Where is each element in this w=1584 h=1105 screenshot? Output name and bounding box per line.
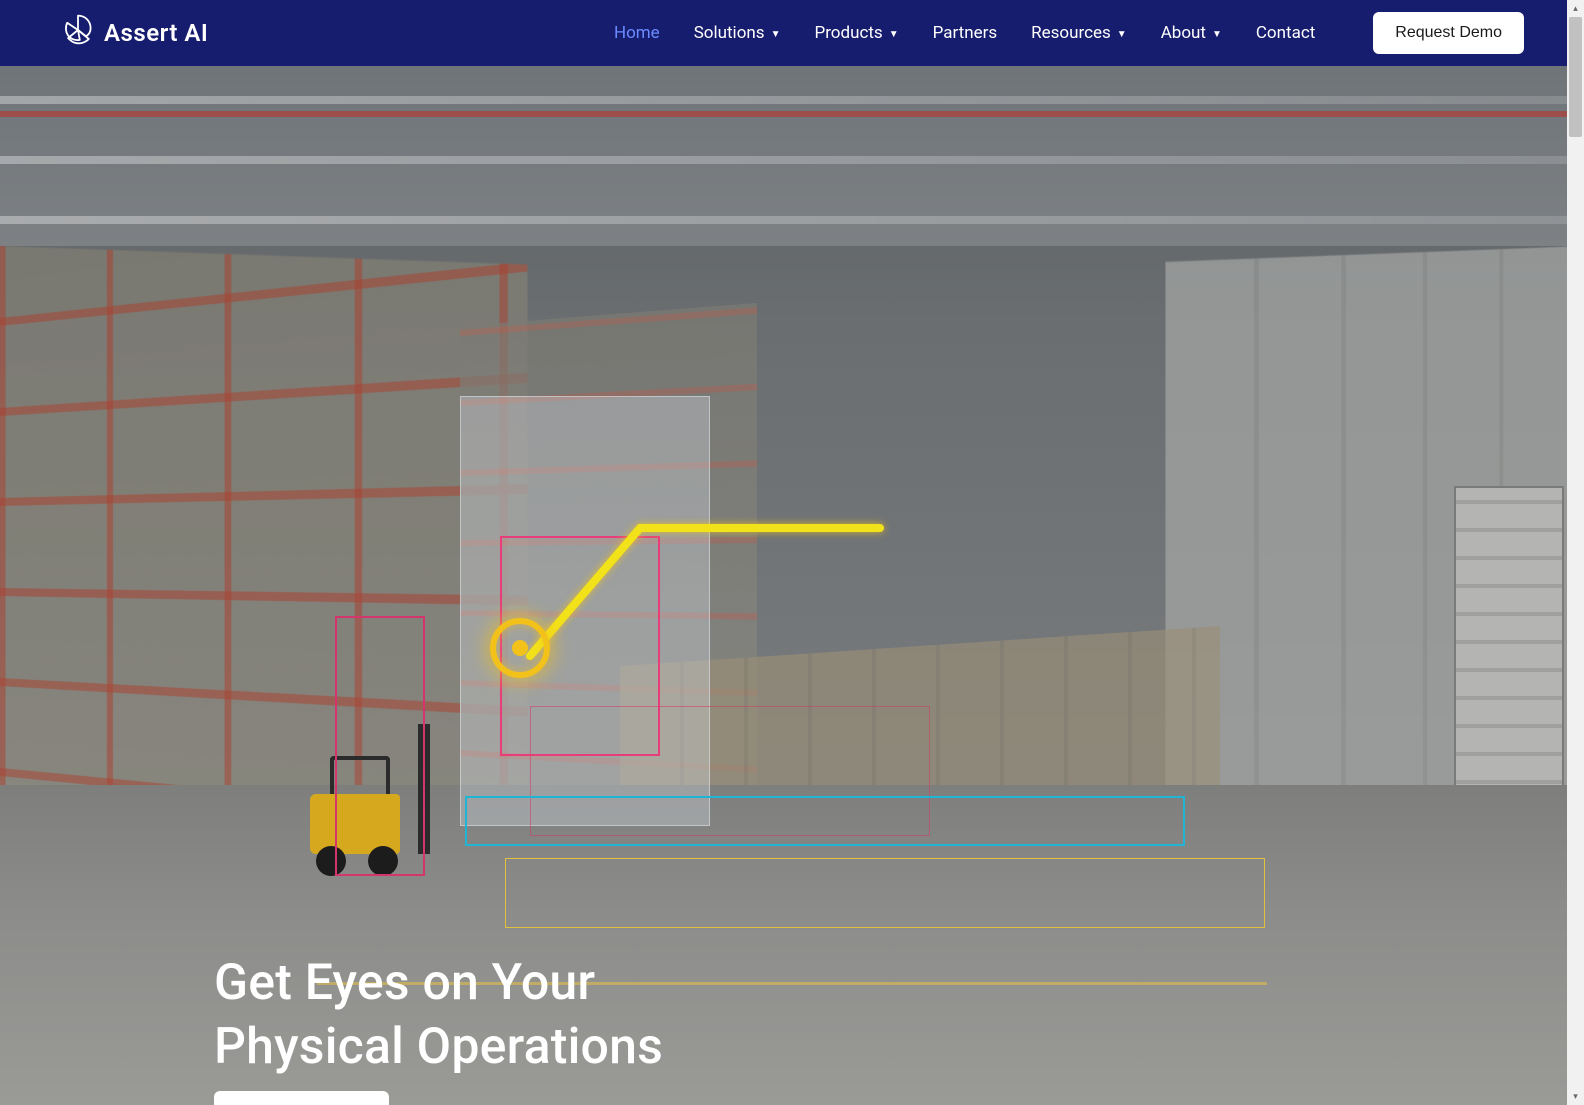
nav-link-products[interactable]: Products ▼ <box>814 23 898 43</box>
nav-link-label: Partners <box>933 23 998 43</box>
hero-bg-pipe <box>0 111 1584 117</box>
nav-link-label: Resources <box>1031 23 1111 43</box>
hero-bg-forklift-body <box>310 794 400 854</box>
nav-link-partners[interactable]: Partners <box>933 23 998 43</box>
nav-link-label: Solutions <box>694 23 765 43</box>
hero-bg-ceiling <box>0 66 1584 246</box>
scroll-thumb[interactable] <box>1569 17 1582 137</box>
hero-bg-forklift-mast <box>418 724 430 854</box>
nav-link-resources[interactable]: Resources ▼ <box>1031 23 1127 43</box>
book-demo-button[interactable]: Book a Demo → <box>214 1091 389 1105</box>
brand-logo-icon <box>60 12 96 54</box>
chevron-down-icon: ▼ <box>889 29 899 40</box>
nav-link-label: Home <box>614 23 660 43</box>
hero-bg-beam <box>0 156 1584 164</box>
hero-headline-line2: Physical Operations <box>214 1018 663 1076</box>
top-navbar: Assert AI Home Solutions ▼ Products ▼ Pa… <box>0 0 1584 66</box>
nav-link-label: Contact <box>1256 23 1315 43</box>
nav-link-solutions[interactable]: Solutions ▼ <box>694 23 781 43</box>
chevron-down-icon: ▼ <box>771 29 781 40</box>
hero-bg-beam <box>0 96 1584 104</box>
hero-bg-forklift <box>300 726 430 876</box>
brand-logo[interactable]: Assert AI <box>60 12 208 54</box>
scroll-down-button[interactable]: ▾ <box>1567 1088 1584 1105</box>
vertical-scrollbar[interactable]: ▴ ▾ <box>1567 0 1584 1105</box>
hero-headline-line1: Get Eyes on Your <box>214 954 595 1012</box>
hero-headline: Get Eyes on Your Physical Operations <box>214 951 663 1079</box>
scroll-up-button[interactable]: ▴ <box>1567 0 1584 17</box>
hero-bg-forklift-wheel <box>316 846 346 876</box>
request-demo-button[interactable]: Request Demo <box>1373 12 1524 54</box>
brand-name: Assert AI <box>104 19 208 47</box>
hero-section: Get Eyes on Your Physical Operations Boo… <box>0 66 1584 1105</box>
nav-links: Home Solutions ▼ Products ▼ Partners Res… <box>614 12 1524 54</box>
hero-bg-beam <box>0 216 1584 224</box>
chevron-down-icon: ▼ <box>1117 29 1127 40</box>
nav-link-home[interactable]: Home <box>614 23 660 43</box>
chevron-down-icon: ▼ <box>1212 29 1222 40</box>
hero-bg-forklift-wheel <box>368 846 398 876</box>
nav-link-contact[interactable]: Contact <box>1256 23 1315 43</box>
nav-link-about[interactable]: About ▼ <box>1161 23 1222 43</box>
nav-link-label: Products <box>814 23 882 43</box>
nav-link-label: About <box>1161 23 1206 43</box>
